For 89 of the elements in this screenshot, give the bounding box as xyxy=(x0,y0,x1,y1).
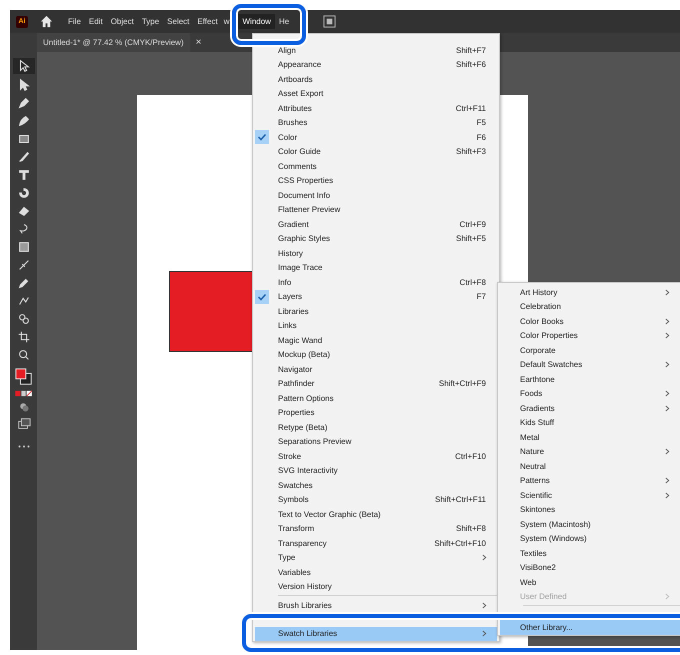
document-tab[interactable]: Untitled-1* @ 77.42 % (CMYK/Preview) xyxy=(37,33,190,52)
menu-item[interactable]: Color Guide Shift+F3 xyxy=(255,144,497,159)
menu-item[interactable]: Type xyxy=(255,550,497,565)
menu-bar-item[interactable]: Effect xyxy=(193,14,222,29)
menu-item[interactable]: Color Books xyxy=(500,314,680,328)
menu-item[interactable]: Transform Shift+F8 xyxy=(255,522,497,536)
menu-item[interactable]: Version History xyxy=(255,580,497,594)
search-icon[interactable] xyxy=(16,348,30,362)
menu-item[interactable]: Brush Libraries xyxy=(255,598,497,612)
menu-item[interactable]: Retype (Beta) xyxy=(255,420,497,434)
menu-item[interactable]: Web xyxy=(500,575,680,590)
menu-item[interactable]: Swatch Libraries xyxy=(255,626,497,641)
menu-item[interactable]: Comments xyxy=(255,159,497,174)
more-tools-icon[interactable] xyxy=(18,445,30,448)
menu-item[interactable]: Color F6 xyxy=(255,130,497,144)
brush-icon[interactable] xyxy=(16,150,30,164)
menu-item[interactable]: System (Macintosh) xyxy=(500,517,680,532)
menu-bar-item[interactable]: He xyxy=(274,14,294,29)
menu-item[interactable]: Mockup (Beta) xyxy=(255,348,497,362)
menu-bar-item[interactable]: Select xyxy=(163,14,194,29)
menu-item[interactable]: Color Properties xyxy=(500,328,680,343)
menu-item[interactable]: SVG Interactivity xyxy=(255,464,497,478)
menu-item[interactable]: Libraries xyxy=(255,304,497,318)
menu-item[interactable]: Gradient Ctrl+F9 xyxy=(255,217,497,232)
menu-item[interactable]: Other Library... xyxy=(500,620,680,634)
menu-item[interactable]: Corporate xyxy=(500,343,680,358)
menu-item[interactable]: Metal xyxy=(500,430,680,444)
pen-icon[interactable] xyxy=(16,96,30,110)
menu-item[interactable]: Image Trace xyxy=(255,260,497,275)
menu-item[interactable]: Document Info xyxy=(255,188,497,202)
menu-item[interactable]: Gradients xyxy=(500,401,680,416)
menu-item[interactable]: Skintones xyxy=(500,502,680,517)
eyedropper-icon[interactable] xyxy=(16,276,30,290)
menu-item[interactable]: Foods xyxy=(500,386,680,401)
menu-item[interactable]: Layers F7 xyxy=(255,290,497,304)
menu-item[interactable]: History xyxy=(255,246,497,260)
close-tab-button[interactable]: × xyxy=(196,37,202,48)
menu-item[interactable]: Nature xyxy=(500,444,680,459)
menu-item[interactable]: Flattener Preview xyxy=(255,202,497,217)
menu-item[interactable]: Default Swatches xyxy=(500,358,680,372)
menu-item[interactable]: Links xyxy=(255,318,497,333)
menu-item[interactable]: Transparency Shift+Ctrl+F10 xyxy=(255,536,497,550)
menu-item[interactable]: Pathfinder Shift+Ctrl+F9 xyxy=(255,376,497,391)
shape-builder-icon[interactable] xyxy=(16,312,30,326)
menu-bar-item[interactable]: Window xyxy=(238,14,275,29)
menu-item[interactable]: Magic Wand xyxy=(255,333,497,348)
menu-bar-item[interactable]: Edit xyxy=(84,14,107,29)
menu-item[interactable]: Pattern Options xyxy=(255,391,497,406)
menu-item[interactable]: Graphic Styles Shift+F5 xyxy=(255,232,497,246)
menu-item[interactable]: Properties xyxy=(255,406,497,420)
menu-item[interactable]: Swatches xyxy=(255,478,497,492)
gradient-icon[interactable] xyxy=(16,240,30,254)
menu-item[interactable]: Navigator xyxy=(255,362,497,376)
menu-bar-item[interactable]: File xyxy=(64,14,85,29)
menu-item[interactable]: Align Shift+F7 xyxy=(255,43,497,58)
rectangle-icon[interactable] xyxy=(16,132,30,146)
fill-stroke-icon[interactable] xyxy=(14,368,32,386)
menu-item[interactable]: Separations Preview xyxy=(255,434,497,449)
menu-item[interactable]: Asset Export xyxy=(255,86,497,101)
menu-item[interactable]: VisiBone2 xyxy=(500,560,680,575)
menu-item[interactable]: Artboards xyxy=(255,72,497,86)
menu-item[interactable]: Scientific xyxy=(500,488,680,502)
menu-item[interactable]: Art History xyxy=(500,285,680,300)
menu-item[interactable]: Info Ctrl+F8 xyxy=(255,275,497,290)
screen-mode-icon[interactable] xyxy=(16,417,30,431)
curvature-pen-icon[interactable] xyxy=(16,114,30,128)
menu-item[interactable]: Kids Stuff xyxy=(500,416,680,430)
color-mode-icon[interactable] xyxy=(14,390,32,397)
menu-item[interactable]: System (Windows) xyxy=(500,532,680,546)
menu-item[interactable]: Attributes Ctrl+F11 xyxy=(255,101,497,116)
menu-item[interactable]: Brushes F5 xyxy=(255,116,497,130)
menu-item[interactable]: Variables xyxy=(255,565,497,580)
type-icon[interactable] xyxy=(16,168,30,182)
menu-item[interactable]: Patterns xyxy=(500,474,680,488)
menu-item[interactable]: Textiles xyxy=(500,546,680,560)
menu-item[interactable]: Appearance Shift+F6 xyxy=(255,58,497,72)
menu-item[interactable]: Celebration xyxy=(500,300,680,314)
rotate-icon[interactable] xyxy=(16,186,30,200)
menu-bar-item[interactable]: w xyxy=(222,14,238,29)
menu-bar-item[interactable]: Object xyxy=(106,14,138,29)
menu-item[interactable]: Symbols Shift+Ctrl+F11 xyxy=(255,492,497,507)
menu-item[interactable]: CSS Properties xyxy=(255,174,497,188)
menu-bar-item[interactable]: Type xyxy=(138,14,164,29)
menu-item[interactable]: Earthtone xyxy=(500,372,680,386)
menu-item[interactable]: Text to Vector Graphic (Beta) xyxy=(255,507,497,522)
menu-item[interactable]: Stroke Ctrl+F10 xyxy=(255,449,497,464)
home-icon[interactable] xyxy=(40,15,53,28)
menu-item[interactable]: Neutral xyxy=(500,459,680,474)
eraser-icon[interactable] xyxy=(16,204,30,218)
